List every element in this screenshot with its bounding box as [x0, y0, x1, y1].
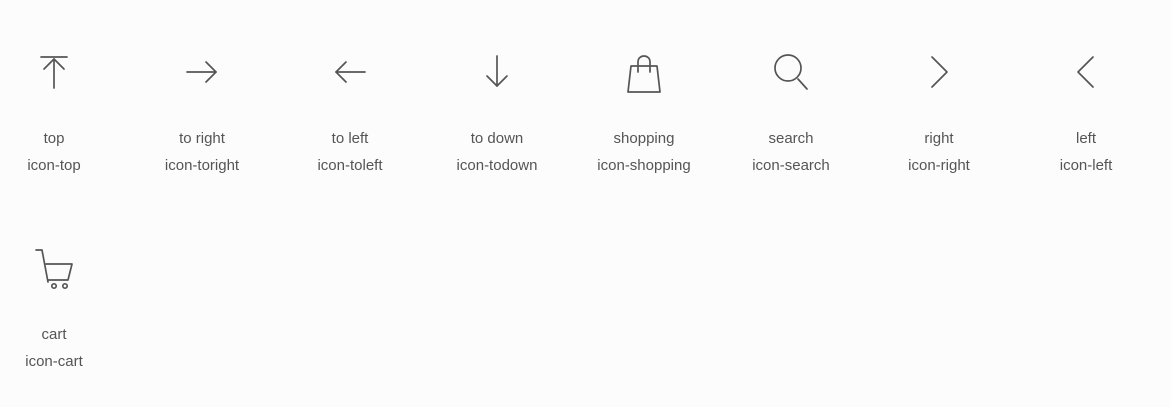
cart-icon [0, 248, 128, 290]
icon-card-toright[interactable]: to right icon-toright [128, 0, 276, 196]
chevron-left-icon [1012, 52, 1160, 92]
arrow-left-icon [276, 52, 424, 92]
icon-class-name: icon-toright [164, 157, 240, 174]
icon-class-name: icon-left [1059, 157, 1113, 174]
icon-title: shopping [613, 130, 675, 147]
arrow-down-icon [423, 52, 571, 92]
icon-card-search[interactable]: search icon-search [717, 0, 865, 196]
icon-title: to down [470, 130, 524, 147]
icon-card-todown[interactable]: to down icon-todown [423, 0, 571, 196]
icon-card-top[interactable]: top icon-top [0, 0, 128, 196]
icon-card-cart[interactable]: cart icon-cart [0, 196, 128, 392]
icon-title: to left [331, 130, 369, 147]
icon-title: left [1075, 130, 1096, 147]
search-icon [717, 52, 865, 92]
icon-title: to right [179, 130, 225, 147]
icon-title: top [43, 130, 65, 147]
icon-class-name: icon-shopping [597, 157, 691, 174]
icon-class-name: icon-top [27, 157, 81, 174]
icon-title: cart [41, 326, 67, 343]
icon-gallery: top icon-top to right icon-toright to le… [0, 0, 1171, 407]
icon-card-toleft[interactable]: to left icon-toleft [276, 0, 424, 196]
icon-title: search [768, 130, 814, 147]
icon-class-name: icon-toleft [317, 157, 383, 174]
icon-card-right[interactable]: right icon-right [865, 0, 1013, 196]
chevron-right-icon [865, 52, 1013, 92]
icon-class-name: icon-right [908, 157, 970, 174]
top-icon [0, 52, 128, 92]
icon-title: right [924, 130, 954, 147]
shopping-bag-icon [570, 52, 718, 93]
icon-card-left[interactable]: left icon-left [1012, 0, 1160, 196]
icon-class-name: icon-cart [25, 353, 83, 370]
arrow-right-icon [128, 52, 276, 92]
icon-card-shopping[interactable]: shopping icon-shopping [570, 0, 718, 196]
icon-class-name: icon-search [752, 157, 830, 174]
icon-class-name: icon-todown [456, 157, 538, 174]
